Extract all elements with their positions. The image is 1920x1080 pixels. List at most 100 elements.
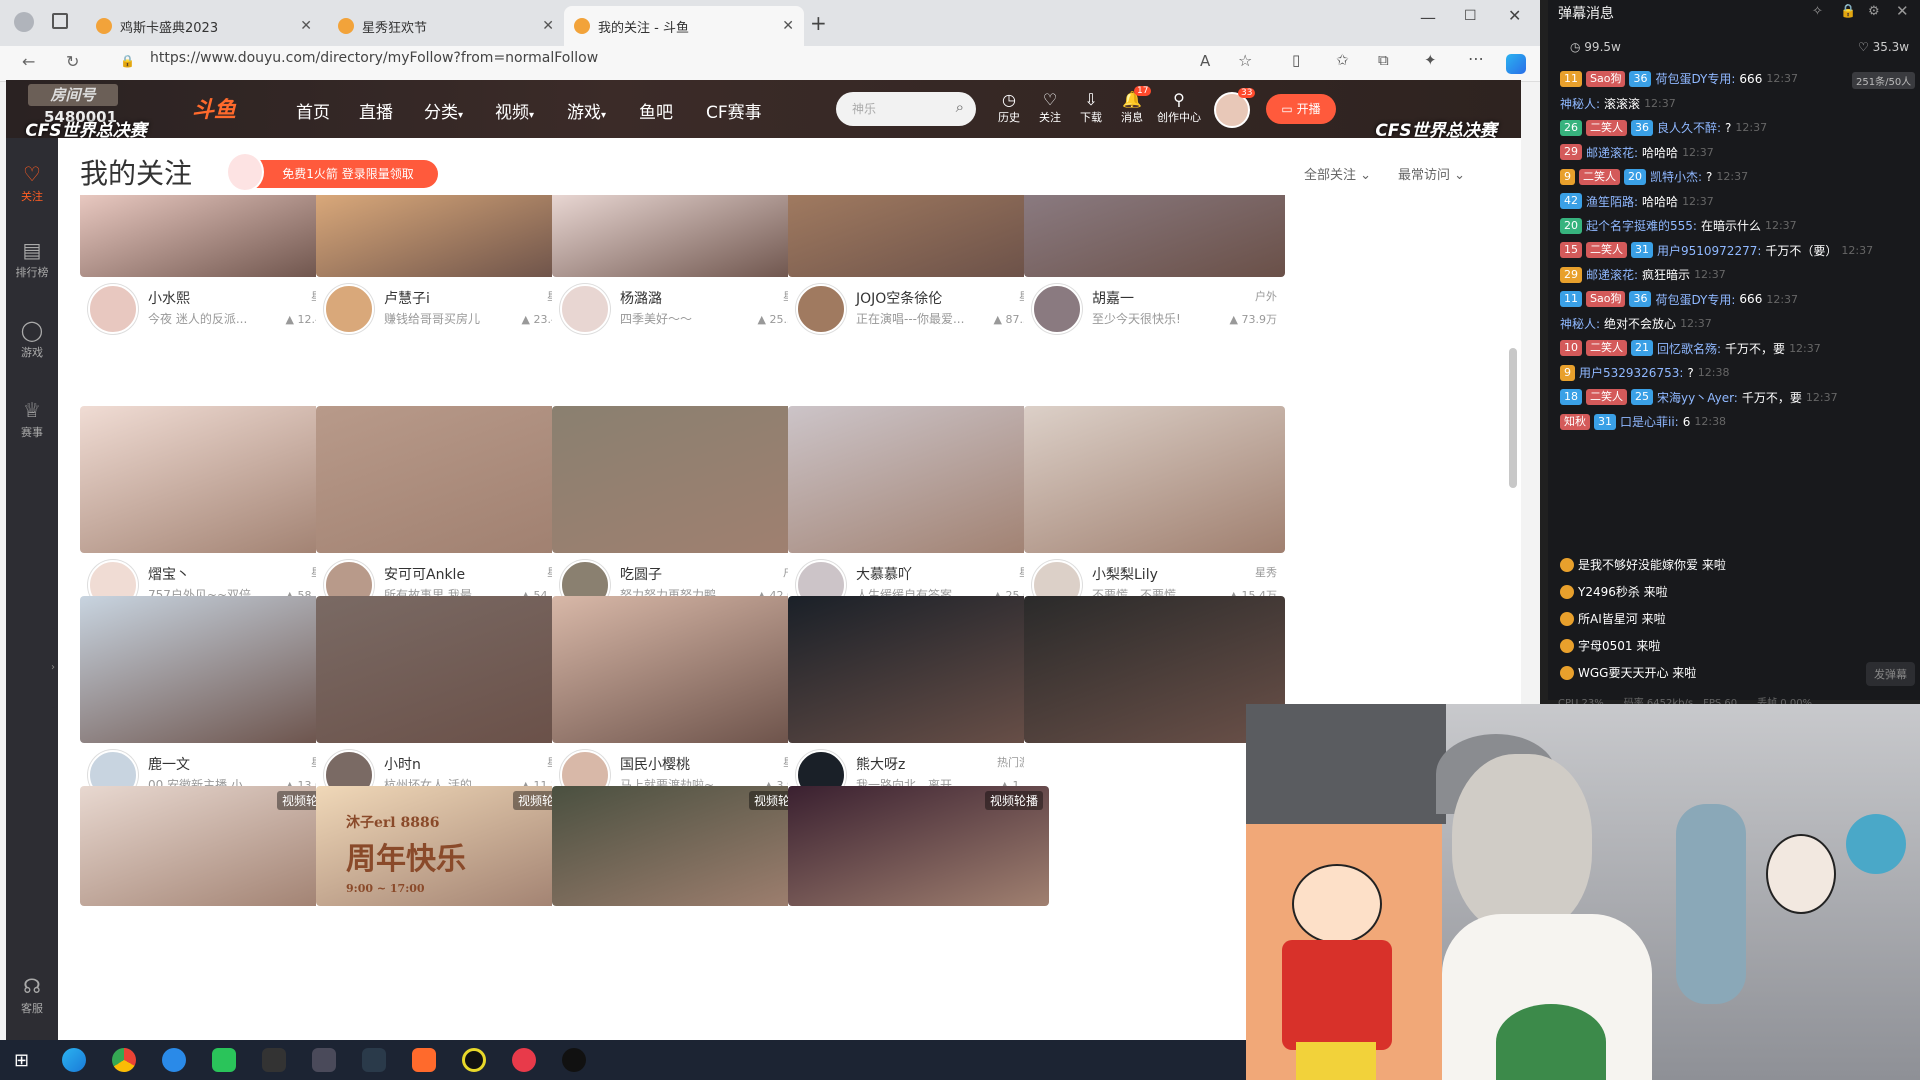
stream-thumbnail[interactable]: 视频轮播 沐子erl 8886 周年快乐 9:00 ~ 17:00 bbox=[316, 786, 577, 906]
wechat-icon[interactable] bbox=[212, 1048, 236, 1072]
stream-thumbnail[interactable] bbox=[788, 406, 1049, 553]
streamer-name[interactable]: 国民小樱桃 bbox=[620, 754, 690, 774]
maximize-icon[interactable]: ☐ bbox=[1464, 8, 1477, 24]
stream-thumbnail[interactable]: 视频轮播 bbox=[788, 786, 1049, 906]
stream-thumbnail[interactable] bbox=[80, 596, 341, 743]
danmu-username[interactable]: 荷包蛋DY专用: bbox=[1655, 291, 1735, 308]
streamer-name[interactable]: 小梨梨Lily bbox=[1092, 564, 1158, 584]
stream-card[interactable]: 吃圆子努力努力再努力鸭户外▲ 42.0万 bbox=[552, 406, 813, 616]
danmu-username[interactable]: 宋海yy丶Ayer: bbox=[1657, 389, 1738, 406]
streamer-name[interactable]: 杨潞潞 bbox=[620, 288, 662, 308]
stream-thumbnail[interactable]: 视频轮播 bbox=[552, 786, 813, 906]
stream-card[interactable]: 杨潞潞四季美好～～星秀▲ 25.3万 bbox=[552, 195, 813, 334]
stream-card[interactable]: 视频轮播 沐子erl 8886 周年快乐 9:00 ~ 17:00 bbox=[316, 786, 577, 996]
kk-icon[interactable] bbox=[262, 1048, 286, 1072]
danmu-username[interactable]: 神秘人: bbox=[1560, 95, 1600, 112]
close-window-icon[interactable]: ✕ bbox=[1508, 6, 1521, 25]
streamer-avatar[interactable] bbox=[560, 284, 610, 334]
nav-category[interactable]: 分类▾ bbox=[424, 98, 463, 123]
streamer-name[interactable]: 卢慧子i bbox=[384, 288, 430, 308]
read-aloud-icon[interactable]: A bbox=[1200, 52, 1210, 70]
collections-icon[interactable]: ⧉ bbox=[1378, 51, 1389, 69]
nav-home[interactable]: 首页 bbox=[296, 98, 330, 123]
stream-card[interactable]: 大慕慕吖人生缓缓自有答案星秀▲ 25.6万 bbox=[788, 406, 1049, 616]
streamer-name[interactable]: 大慕慕吖 bbox=[856, 564, 912, 584]
creator-center-button[interactable]: ⚲ 创作中心 bbox=[1154, 90, 1204, 125]
streamer-name[interactable]: 小水熙 bbox=[148, 288, 190, 308]
minimize-icon[interactable]: — bbox=[1420, 8, 1436, 27]
danmu-username[interactable]: 用户5329326753: bbox=[1579, 364, 1683, 381]
close-icon[interactable]: ✕ bbox=[1896, 2, 1909, 20]
scrollbar[interactable] bbox=[1509, 348, 1517, 488]
streamer-name[interactable]: 安可可Ankle bbox=[384, 564, 465, 584]
sidebar-item-service[interactable]: ☊ 客服 bbox=[6, 974, 58, 1016]
lock-icon[interactable]: 🔒 bbox=[1840, 4, 1856, 19]
stream-thumbnail[interactable] bbox=[552, 406, 813, 553]
stream-card[interactable]: 国民小樱桃马上就要渡劫啦~星秀▲ 3.9万 bbox=[552, 596, 813, 806]
close-tab-icon[interactable]: ✕ bbox=[300, 18, 312, 34]
stream-card[interactable]: 卢慧子i赚钱给哥哥买房儿星秀▲ 23.4万 bbox=[316, 195, 577, 334]
favorites-icon[interactable]: ✩ bbox=[1336, 51, 1349, 69]
tab-actions-icon[interactable] bbox=[52, 13, 68, 29]
refresh-icon[interactable]: ↻ bbox=[66, 52, 79, 71]
danmu-username[interactable]: 口是心菲ii: bbox=[1620, 413, 1679, 430]
danmu-username[interactable]: 荷包蛋DY专用: bbox=[1655, 70, 1735, 87]
stream-card[interactable]: 鹿一文00 安徽新主播 小...星秀▲ 13.0万 bbox=[80, 596, 341, 806]
streamer-name[interactable]: 胡嘉一 bbox=[1092, 288, 1134, 308]
clean-icon[interactable]: ✧ bbox=[1812, 4, 1823, 19]
promo-button[interactable]: 免费1火箭 登录限量领取 bbox=[240, 160, 438, 188]
streamer-name[interactable]: 吃圆子 bbox=[620, 564, 662, 584]
url-field[interactable]: https://www.douyu.com/directory/myFollow… bbox=[150, 50, 598, 66]
stream-card[interactable]: 安可可Ankle所有故事里 我最...星秀▲ 54.3万 bbox=[316, 406, 577, 616]
stream-card[interactable]: 视频轮播 bbox=[552, 786, 813, 996]
nav-yuba[interactable]: 鱼吧 bbox=[639, 98, 673, 123]
sidebar-item-event[interactable]: ♕ 赛事 bbox=[6, 398, 58, 440]
tab-2[interactable]: 星秀狂欢节 ✕ bbox=[328, 6, 564, 46]
follow-button[interactable]: ♡ 关注 bbox=[1037, 90, 1063, 125]
stream-thumbnail[interactable] bbox=[316, 596, 577, 743]
steam-icon[interactable] bbox=[362, 1048, 386, 1072]
stream-thumbnail[interactable] bbox=[316, 406, 577, 553]
streamer-avatar[interactable] bbox=[88, 284, 138, 334]
streamer-name[interactable]: 熠宝丶 bbox=[148, 564, 190, 584]
danmu-username[interactable]: 凯特小杰: bbox=[1650, 168, 1702, 185]
nav-game[interactable]: 游戏▾ bbox=[567, 98, 606, 123]
nav-video[interactable]: 视频▾ bbox=[495, 98, 534, 123]
settings-icon[interactable]: ⚙ bbox=[1868, 4, 1880, 19]
filter-sort-dropdown[interactable]: 最常访问 ⌄ bbox=[1398, 164, 1465, 183]
app-icon[interactable] bbox=[312, 1048, 336, 1072]
windows-start-icon[interactable]: ⊞ bbox=[14, 1050, 29, 1071]
search-input[interactable]: 神乐 bbox=[852, 100, 876, 117]
nav-live[interactable]: 直播 bbox=[359, 98, 393, 123]
streamer-name[interactable]: 鹿一文 bbox=[148, 754, 190, 774]
stream-thumbnail[interactable] bbox=[552, 195, 813, 277]
stream-thumbnail[interactable] bbox=[788, 596, 1049, 743]
tab-1[interactable]: 鸡斯卡盛典2023 ✕ bbox=[86, 6, 322, 46]
danmu-username[interactable]: 邮递滚花: bbox=[1586, 144, 1638, 161]
chrome-icon[interactable] bbox=[112, 1048, 136, 1072]
stream-card[interactable]: 熊大呀z我一路向北，离开...热门游戏▲ 1.3万 bbox=[788, 596, 1049, 806]
danmu-username[interactable]: 回忆歌名殇: bbox=[1657, 340, 1721, 357]
danmu-username[interactable]: 良人久不醉: bbox=[1657, 119, 1721, 136]
extensions-icon[interactable]: ✦ bbox=[1424, 51, 1437, 69]
more-menu-icon[interactable]: ⋯ bbox=[1468, 49, 1484, 68]
douyu-logo[interactable]: 斗鱼 bbox=[192, 92, 236, 124]
sidebar-item-rank[interactable]: ▤ 排行榜 bbox=[6, 238, 58, 280]
nav-cf-event[interactable]: CF赛事 bbox=[706, 98, 762, 123]
sidebar-item-game[interactable]: ◯ 游戏 bbox=[6, 318, 58, 360]
stream-thumbnail[interactable] bbox=[1024, 406, 1285, 553]
streamer-name[interactable]: 熊大呀z bbox=[856, 754, 905, 774]
stream-card[interactable]: 小时n杭州坏女人 活的星秀▲ 11.2万 bbox=[316, 596, 577, 806]
danmu-username[interactable]: 用户9510972277: bbox=[1657, 242, 1761, 259]
streamer-avatar[interactable] bbox=[1032, 284, 1082, 334]
streamer-avatar[interactable] bbox=[324, 284, 374, 334]
streamer-avatar[interactable] bbox=[796, 284, 846, 334]
streamer-name[interactable]: 小时n bbox=[384, 754, 421, 774]
stream-card[interactable]: 视频轮播 bbox=[80, 786, 341, 996]
stream-thumbnail[interactable] bbox=[316, 195, 577, 277]
go-live-button[interactable]: ▭ 开播 bbox=[1266, 94, 1336, 124]
obs-icon[interactable] bbox=[462, 1048, 486, 1072]
split-screen-icon[interactable]: ▯ bbox=[1292, 51, 1300, 69]
stream-card[interactable]: JOJO空条徐伦正在演唱---你最爱...星秀▲ 87.3万 bbox=[788, 195, 1049, 334]
search-icon[interactable]: ⌕ bbox=[956, 98, 964, 116]
